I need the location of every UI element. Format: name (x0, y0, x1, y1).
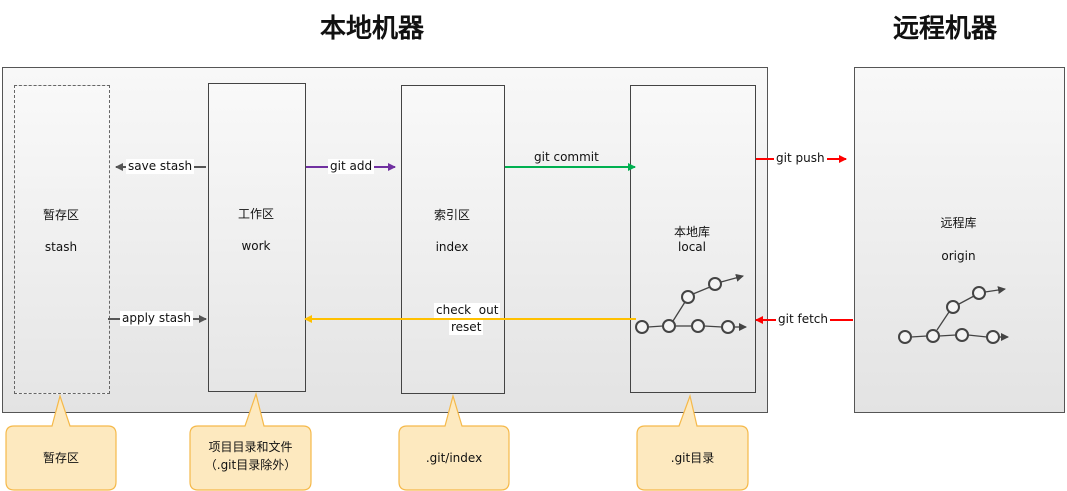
callout-index-text: .git/index (425, 451, 483, 465)
save-stash-label: save stash (126, 159, 195, 174)
callout-work-line2: （.git目录除外） (204, 458, 297, 472)
local-commit-graph (635, 273, 747, 334)
origin-commit-graph (898, 286, 1009, 344)
checkout-label: check out (434, 303, 501, 318)
callout-stash-text: 暂存区 (42, 451, 79, 465)
callout-local-text: .git目录 (670, 451, 715, 465)
git-push-label: git push (774, 151, 827, 166)
callout-shapes (5, 391, 749, 491)
callout-work-line1: 项目目录和文件 (208, 440, 293, 454)
callout-stash-shape (5, 393, 117, 491)
git-fetch-label: git fetch (776, 312, 830, 327)
callout-index-shape (398, 393, 510, 491)
diagram-arrows (5, 155, 1009, 491)
callout-local-shape (636, 393, 749, 491)
reset-label: reset (449, 320, 484, 335)
git-add-label: git add (328, 159, 375, 174)
git-commit-label: git commit (534, 150, 599, 164)
apply-stash-label: apply stash (120, 311, 194, 326)
